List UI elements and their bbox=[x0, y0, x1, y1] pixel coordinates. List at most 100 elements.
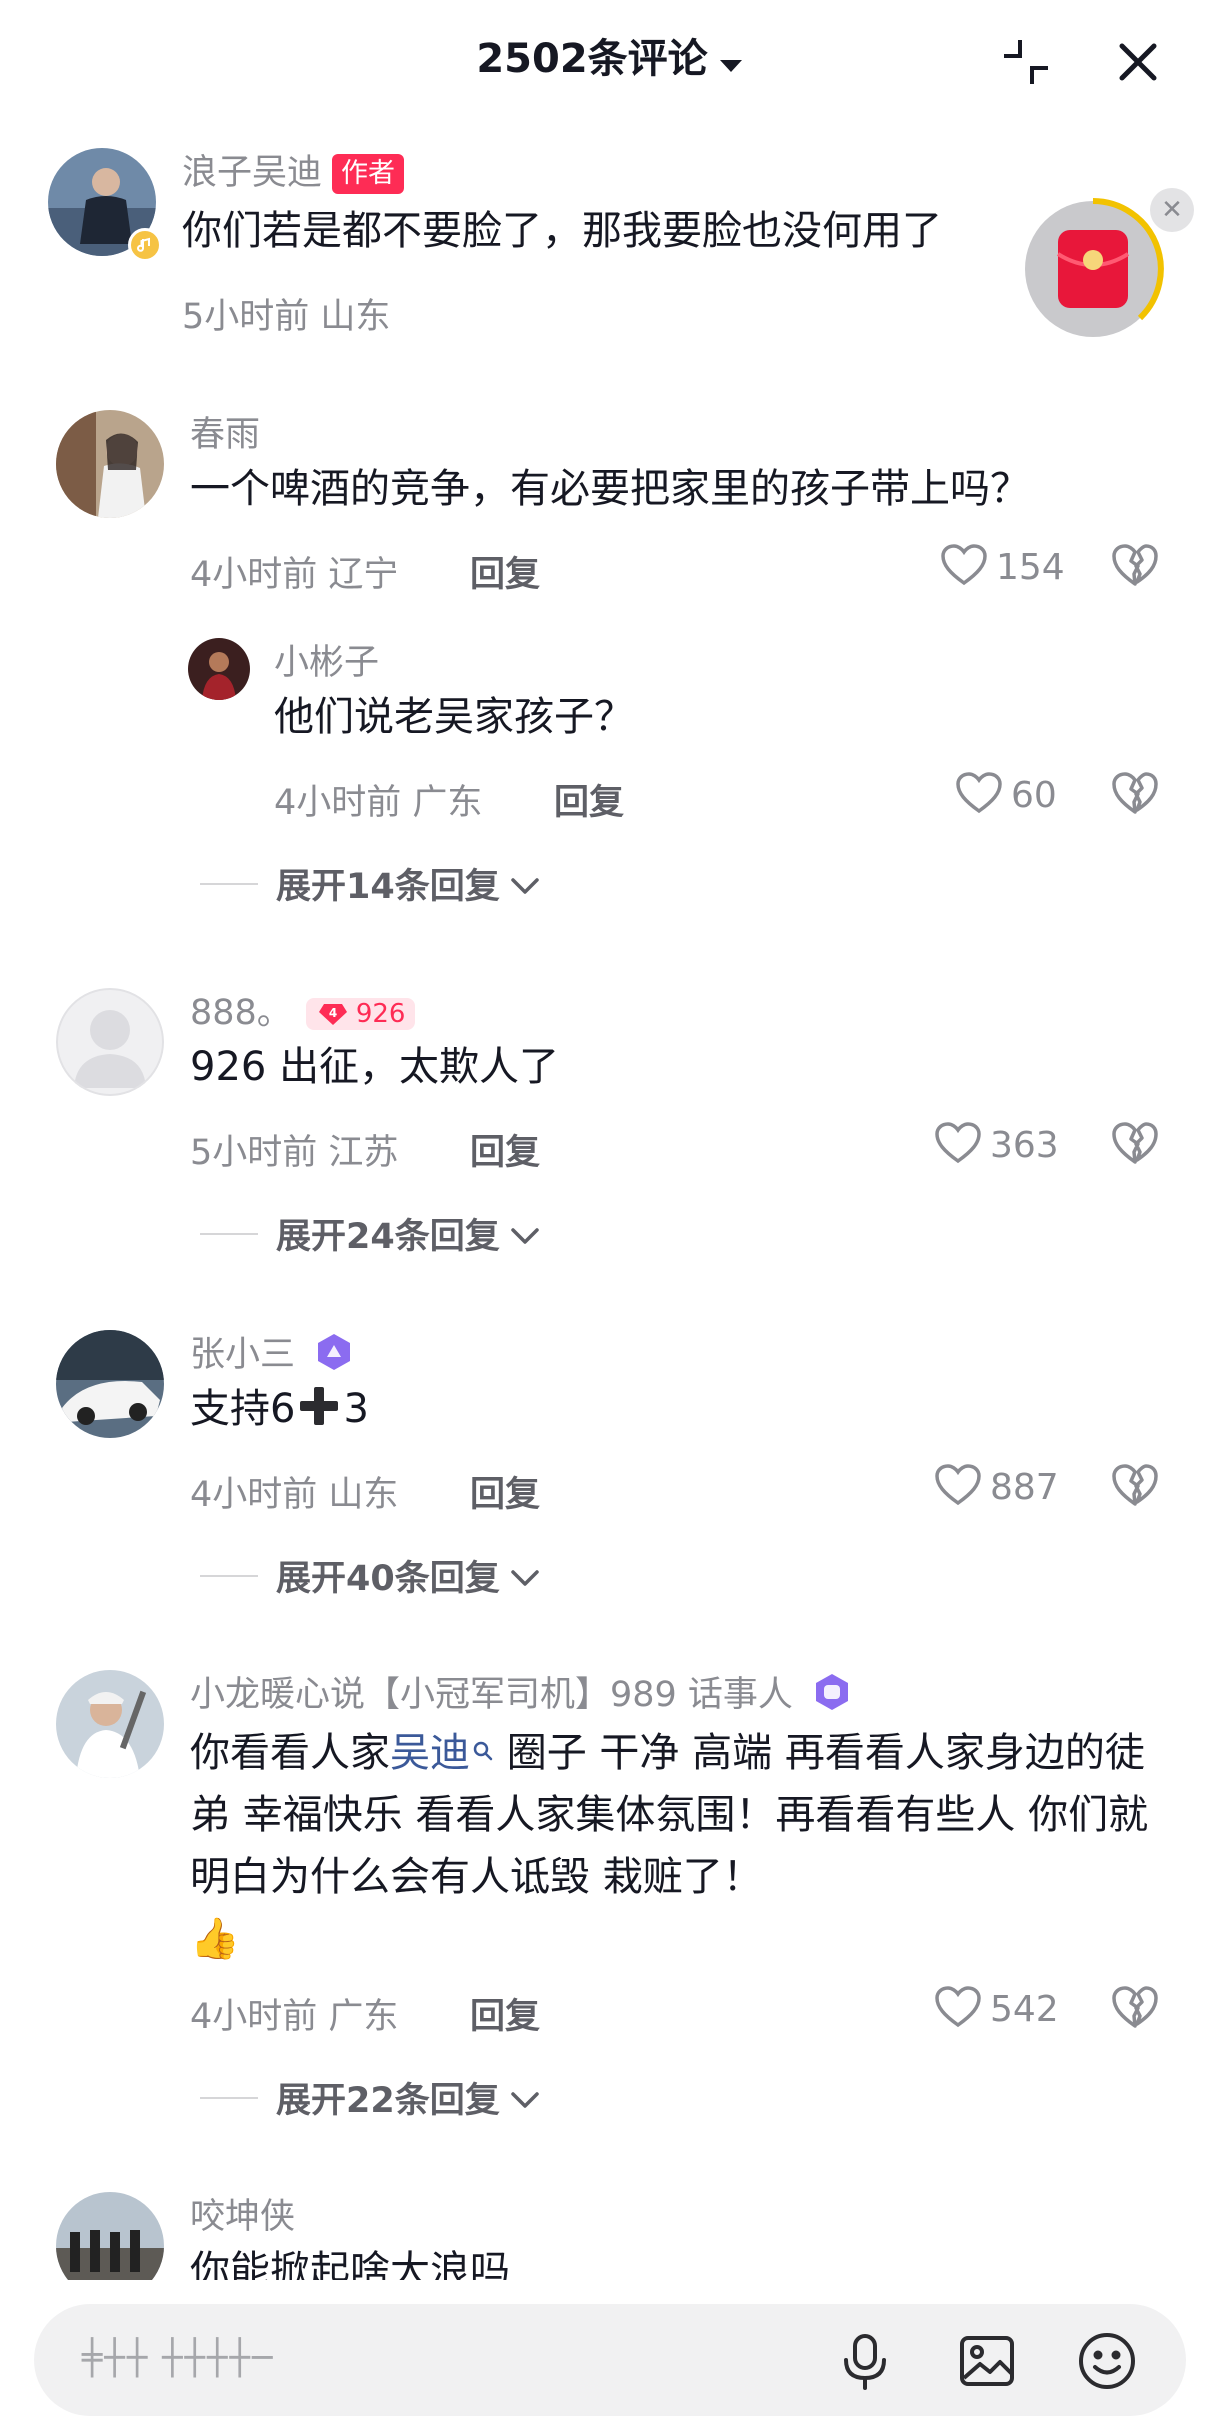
broken-heart-icon[interactable] bbox=[1110, 542, 1160, 592]
reply-text: 他们说老吴家孩子？ bbox=[274, 694, 634, 740]
close-icon[interactable] bbox=[1110, 34, 1166, 90]
avatar[interactable] bbox=[56, 988, 164, 1096]
username[interactable]: 张小三 bbox=[190, 1326, 354, 1381]
like-count: 542 bbox=[990, 1988, 1059, 2030]
thumbs-up-emoji: 👍 bbox=[190, 1916, 240, 1962]
caret-down-icon bbox=[718, 38, 744, 84]
heart-icon bbox=[940, 543, 988, 591]
username[interactable]: 浪子吴迪 作者 bbox=[182, 144, 405, 195]
reply-button[interactable]: 回复 bbox=[554, 774, 624, 825]
comment-list[interactable]: 浪子吴迪 作者 你们若是都不要脸了，那我要脸也没何用了 5小时前 山东 春雨 一个… bbox=[0, 120, 1220, 2280]
reply-location: 广东 bbox=[412, 783, 483, 823]
comment-time: 5小时前 bbox=[182, 297, 310, 337]
comment-text: 你能掀起啥大浪吗 bbox=[190, 2248, 510, 2280]
username-text: 浪子吴迪 bbox=[182, 153, 323, 193]
level-badge-icon bbox=[314, 1332, 354, 1381]
comment-location: 山东 bbox=[328, 1475, 399, 1515]
avatar[interactable] bbox=[56, 2192, 164, 2280]
expand-replies-label: 展开22条回复 bbox=[276, 2081, 500, 2121]
reply-time: 4小时前 bbox=[274, 783, 402, 823]
like-button[interactable]: 154 bbox=[940, 542, 1065, 592]
comment-input-bar[interactable]: ╪┼┼ ┼┼┼┼─ bbox=[34, 2304, 1186, 2416]
chevron-down-icon bbox=[510, 1214, 540, 1254]
username-text: 小龙暖心说【小冠军司机】989 话事人 bbox=[190, 1675, 793, 1715]
diamond-heart-icon: 4 bbox=[318, 1004, 347, 1025]
close-icon[interactable]: ✕ bbox=[1150, 188, 1194, 232]
like-button[interactable]: 60 bbox=[955, 770, 1057, 820]
reply-button[interactable]: 回复 bbox=[470, 1988, 540, 2039]
like-count: 887 bbox=[990, 1466, 1059, 1508]
expand-replies-label: 展开24条回复 bbox=[276, 1217, 500, 1257]
like-count: 154 bbox=[996, 546, 1065, 588]
level-badge-icon bbox=[812, 1672, 852, 1721]
music-note-badge bbox=[128, 228, 162, 262]
heart-icon bbox=[955, 771, 1003, 819]
reply-button[interactable]: 回复 bbox=[470, 1466, 540, 1517]
expand-replies-label: 展开40条回复 bbox=[276, 1559, 500, 1599]
chevron-down-icon bbox=[510, 2078, 540, 2118]
divider-line bbox=[200, 1232, 258, 1235]
comment-text-part-a: 你看看人家 bbox=[190, 1730, 390, 1776]
comment-text: 一个啤酒的竞争，有必要把家里的孩子带上吗？ bbox=[190, 466, 1030, 512]
fan-badge: 4 926 bbox=[305, 998, 416, 1030]
broken-heart-icon[interactable] bbox=[1110, 770, 1160, 820]
username-text: 888。 bbox=[190, 993, 292, 1033]
comment-text: 926 出征，太欺人了 bbox=[190, 1044, 560, 1090]
expand-replies-label: 展开14条回复 bbox=[276, 867, 500, 907]
username[interactable]: 春雨 bbox=[190, 406, 260, 457]
broken-heart-icon[interactable] bbox=[1110, 1120, 1160, 1170]
comments-header: 2502条评论 bbox=[0, 0, 1220, 120]
avatar[interactable] bbox=[56, 410, 164, 518]
reply-avatar[interactable] bbox=[188, 638, 250, 700]
expand-replies-button[interactable]: 展开24条回复 bbox=[200, 1208, 540, 1259]
reply-meta: 4小时前 广东 bbox=[274, 774, 482, 825]
comment-text: 你看看人家吴迪 圈子 干净 高端 再看看人家身边的徒弟 幸福快乐 看看人家集体氛… bbox=[190, 1718, 1170, 1970]
comment-location: 广东 bbox=[328, 1997, 399, 2037]
broken-heart-icon[interactable] bbox=[1110, 1984, 1160, 2034]
username[interactable]: 888。 4 926 bbox=[190, 984, 416, 1035]
reply-button[interactable]: 回复 bbox=[470, 1124, 540, 1175]
broken-heart-icon[interactable] bbox=[1110, 1462, 1160, 1512]
like-button[interactable]: 887 bbox=[934, 1462, 1059, 1512]
comment-location: 山东 bbox=[320, 297, 391, 337]
comment-time: 4小时前 bbox=[190, 1997, 318, 2037]
search-icon bbox=[472, 1718, 494, 1780]
comment-location: 辽宁 bbox=[328, 555, 399, 595]
comment-time: 5小时前 bbox=[190, 1133, 318, 1173]
comment-meta: 4小时前 辽宁 bbox=[190, 546, 398, 597]
mention-link[interactable]: 吴迪 bbox=[390, 1730, 494, 1776]
author-tag: 作者 bbox=[332, 154, 405, 194]
comment-location: 江苏 bbox=[328, 1133, 399, 1173]
red-packet-icon[interactable] bbox=[1022, 198, 1164, 340]
microphone-icon[interactable] bbox=[834, 2330, 896, 2392]
comment-text-prefix: 支持6 bbox=[190, 1386, 296, 1432]
heart-icon bbox=[934, 1985, 982, 2033]
comment-time: 4小时前 bbox=[190, 1475, 318, 1515]
comment-input[interactable]: ╪┼┼ ┼┼┼┼─ bbox=[82, 2338, 275, 2378]
avatar[interactable] bbox=[56, 1330, 164, 1438]
comment-text: 支持6 3 bbox=[190, 1378, 1170, 1446]
expand-replies-button[interactable]: 展开14条回复 bbox=[200, 858, 540, 909]
like-button[interactable]: 542 bbox=[934, 1984, 1059, 2034]
divider-line bbox=[200, 882, 258, 885]
emoji-icon[interactable] bbox=[1076, 2330, 1138, 2392]
like-count: 60 bbox=[1011, 774, 1057, 816]
comment-meta: 4小时前 广东 bbox=[190, 1988, 398, 2039]
username[interactable]: 小龙暖心说【小冠军司机】989 话事人 bbox=[190, 1666, 852, 1721]
avatar[interactable] bbox=[56, 1670, 164, 1778]
like-button[interactable]: 363 bbox=[934, 1120, 1059, 1170]
username[interactable]: 咬坤侠 bbox=[190, 2188, 295, 2239]
comment-time: 4小时前 bbox=[190, 555, 318, 595]
badge-level: 4 bbox=[329, 1006, 337, 1020]
reply-username[interactable]: 小彬子 bbox=[274, 634, 379, 685]
heart-icon bbox=[934, 1463, 982, 1511]
expand-replies-button[interactable]: 展开22条回复 bbox=[200, 2072, 540, 2123]
comment-text-suffix: 3 bbox=[343, 1386, 369, 1432]
minimize-icon[interactable] bbox=[998, 34, 1054, 90]
comment-meta: 4小时前 山东 bbox=[190, 1466, 398, 1517]
comment-count-title: 2502条评论 bbox=[476, 36, 708, 82]
reply-button[interactable]: 回复 bbox=[470, 546, 540, 597]
expand-replies-button[interactable]: 展开40条回复 bbox=[200, 1550, 540, 1601]
divider-line bbox=[200, 2096, 258, 2099]
image-icon[interactable] bbox=[956, 2330, 1018, 2392]
